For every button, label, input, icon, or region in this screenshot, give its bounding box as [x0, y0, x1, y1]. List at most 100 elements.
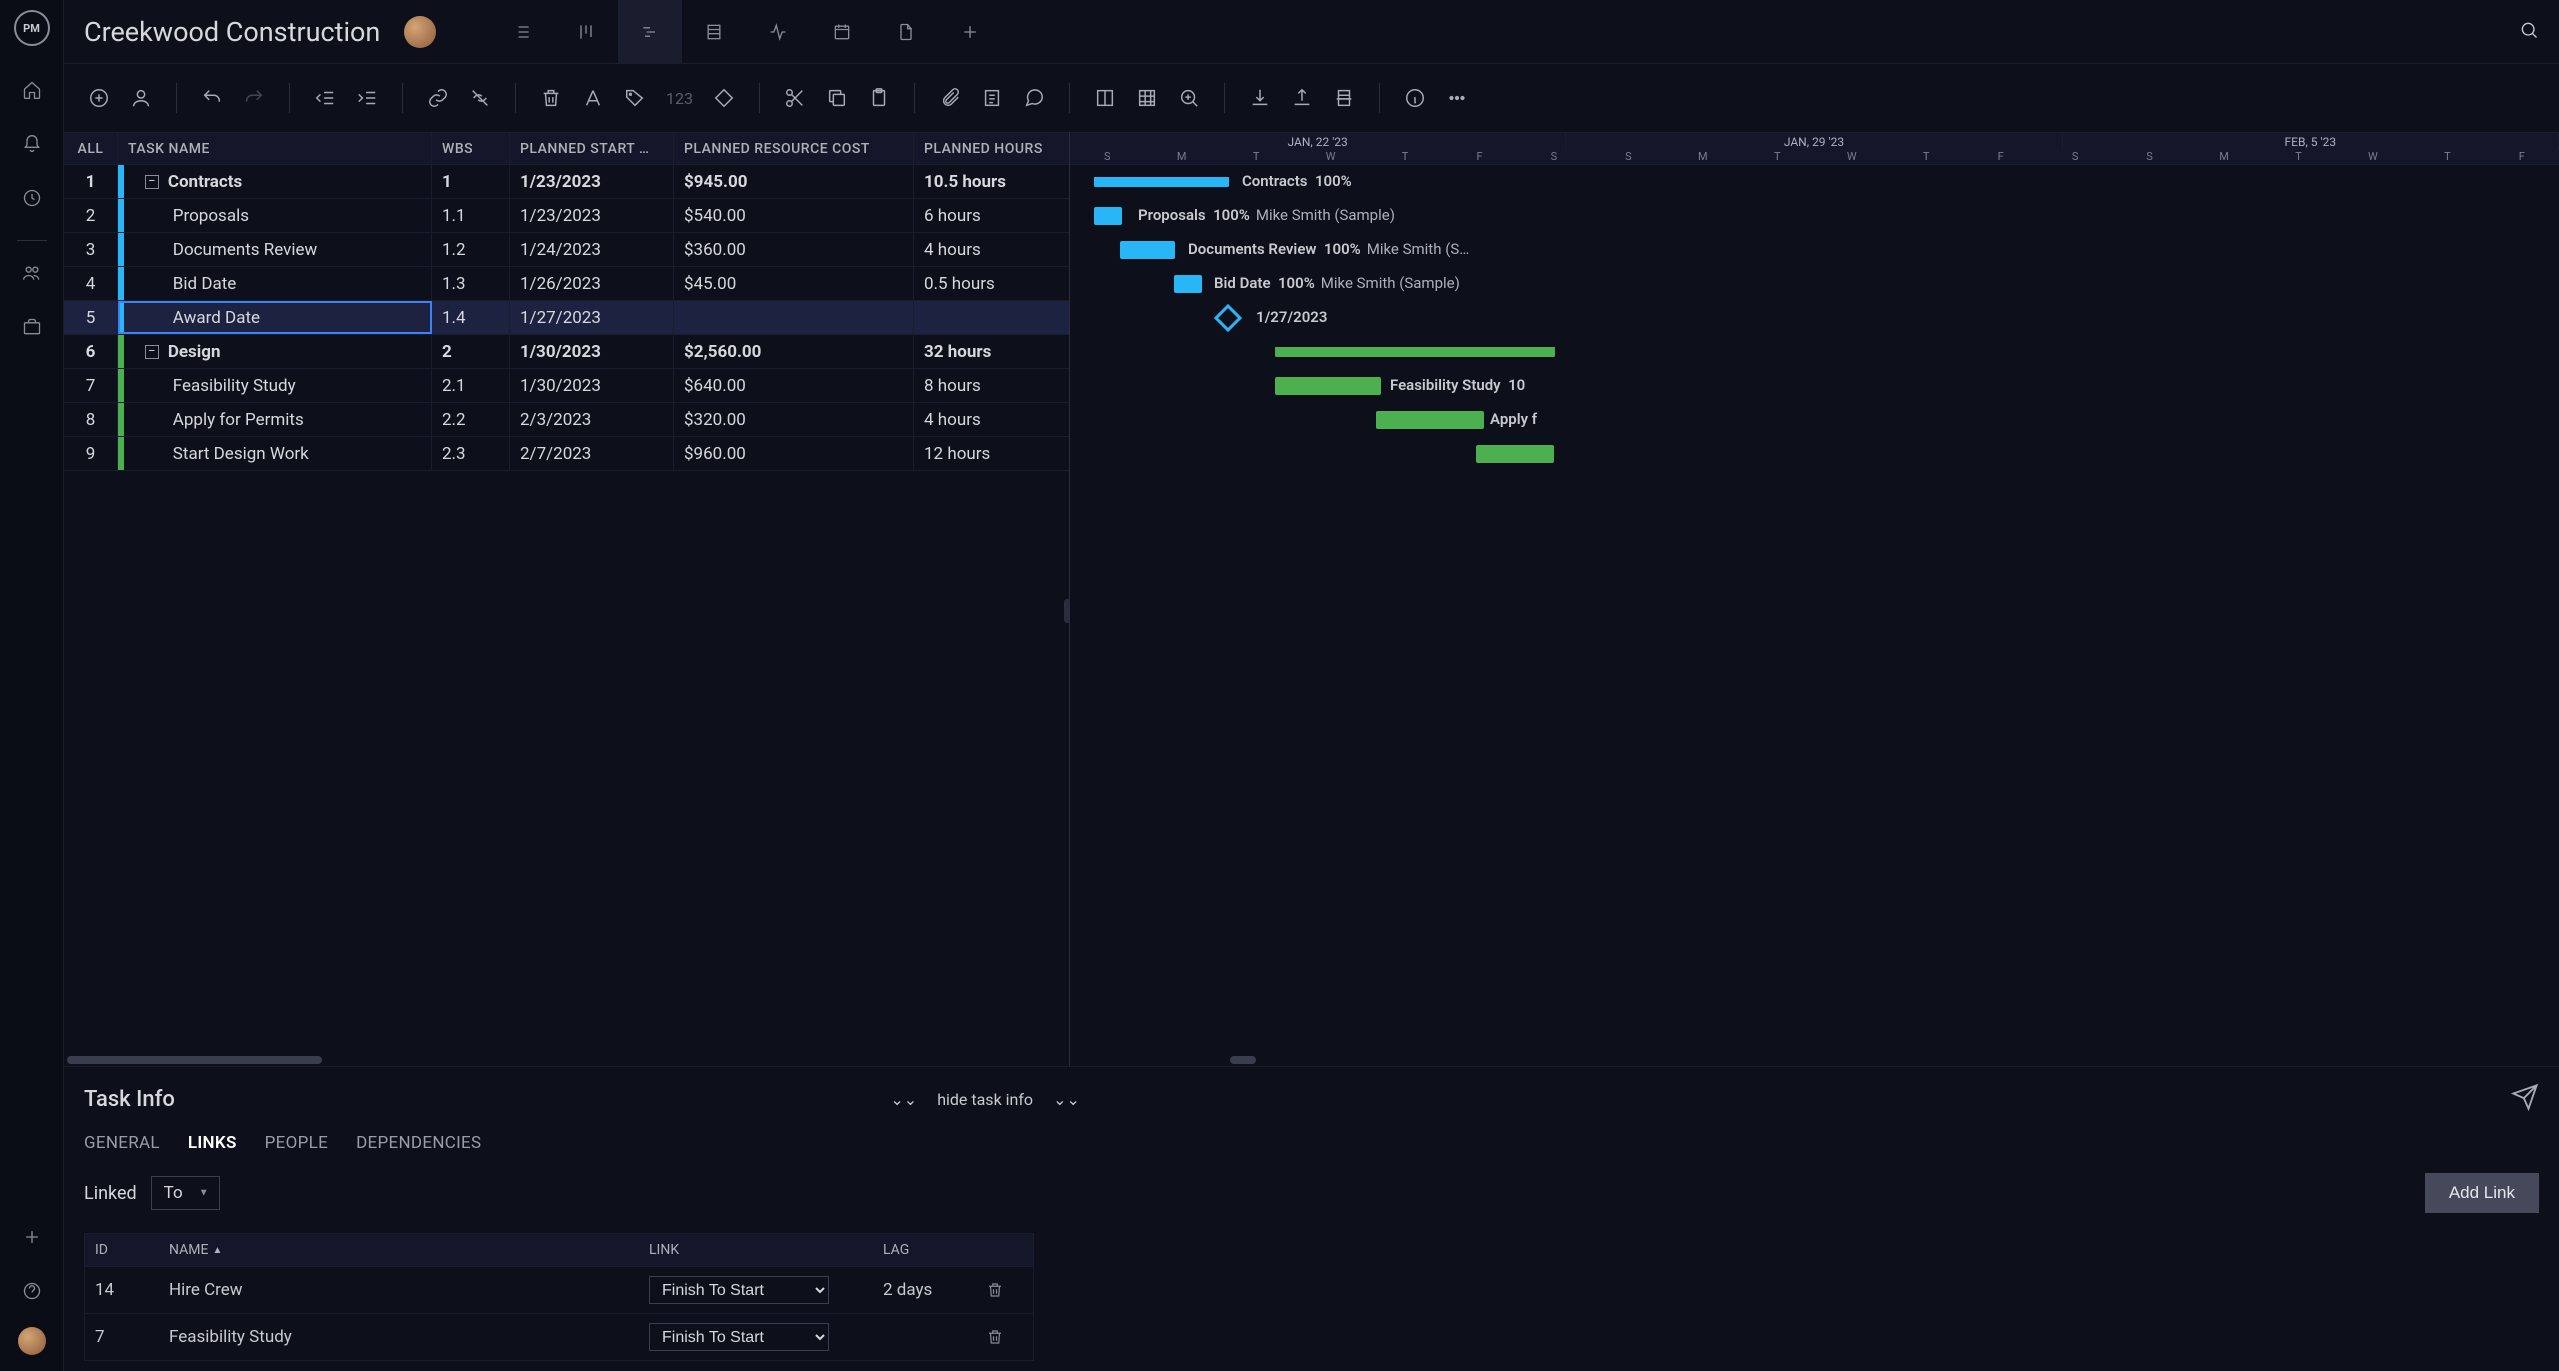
hours-cell[interactable]: 8 hours [914, 369, 1067, 402]
gantt-bar[interactable] [1275, 377, 1381, 395]
gantt-bar[interactable] [1094, 207, 1122, 225]
task-name-cell[interactable]: −Design [118, 335, 432, 368]
people-icon[interactable] [14, 255, 50, 291]
start-date-cell[interactable]: 1/23/2023 [510, 199, 674, 232]
start-date-cell[interactable]: 2/3/2023 [510, 403, 674, 436]
search-icon[interactable] [2519, 20, 2539, 44]
task-name-cell[interactable]: Award Date [118, 301, 432, 334]
hours-cell[interactable]: 4 hours [914, 233, 1067, 266]
milestone-icon[interactable] [709, 83, 739, 113]
tab-dependencies[interactable]: DEPENDENCIES [356, 1133, 481, 1153]
col-header-name[interactable]: TASK NAME [118, 133, 432, 164]
wbs-cell[interactable]: 1.1 [432, 199, 510, 232]
cost-cell[interactable] [674, 301, 914, 334]
unlink-icon[interactable] [465, 83, 495, 113]
links-col-name[interactable]: NAME▲ [159, 1242, 639, 1258]
hours-cell[interactable]: 4 hours [914, 403, 1067, 436]
hide-task-info[interactable]: ⌄⌄ hide task info ⌄⌄ [890, 1090, 1080, 1109]
sheet-view-icon[interactable] [682, 0, 746, 64]
link-lag[interactable]: 2 days [873, 1267, 969, 1313]
start-date-cell[interactable]: 2/7/2023 [510, 437, 674, 470]
hours-cell[interactable]: 12 hours [914, 437, 1067, 470]
note-icon[interactable] [977, 83, 1007, 113]
cost-cell[interactable]: $2,560.00 [674, 335, 914, 368]
import-icon[interactable] [1245, 83, 1275, 113]
undo-icon[interactable] [197, 83, 227, 113]
cost-cell[interactable]: $960.00 [674, 437, 914, 470]
task-name-cell[interactable]: Documents Review [118, 233, 432, 266]
wbs-cell[interactable]: 1.4 [432, 301, 510, 334]
collapse-toggle[interactable]: − [145, 345, 159, 359]
task-name-cell[interactable]: Feasibility Study [118, 369, 432, 402]
project-avatar[interactable] [404, 16, 436, 48]
links-col-link[interactable]: LINK [639, 1242, 873, 1258]
wbs-cell[interactable]: 2.2 [432, 403, 510, 436]
attach-icon[interactable] [935, 83, 965, 113]
grid-row[interactable]: 3Documents Review1.21/24/2023$360.004 ho… [64, 233, 1069, 267]
links-col-id[interactable]: ID [85, 1242, 159, 1258]
linked-direction-select[interactable]: To ▼ [151, 1176, 220, 1210]
cost-cell[interactable]: $320.00 [674, 403, 914, 436]
wbs-cell[interactable]: 1.3 [432, 267, 510, 300]
cost-cell[interactable]: $360.00 [674, 233, 914, 266]
links-col-lag[interactable]: LAG [873, 1242, 969, 1258]
clock-icon[interactable] [14, 180, 50, 216]
gantt-view-icon[interactable] [618, 0, 682, 64]
task-name-cell[interactable]: Start Design Work [118, 437, 432, 470]
hours-cell[interactable]: 32 hours [914, 335, 1067, 368]
grid-row[interactable]: 6−Design21/30/2023$2,560.0032 hours [64, 335, 1069, 369]
wbs-cell[interactable]: 2.1 [432, 369, 510, 402]
text-style-icon[interactable] [578, 83, 608, 113]
gantt-bar[interactable] [1275, 347, 1555, 357]
grid-row[interactable]: 4Bid Date1.31/26/2023$45.000.5 hours [64, 267, 1069, 301]
hours-cell[interactable] [914, 301, 1067, 334]
col-header-hours[interactable]: PLANNED HOURS [914, 133, 1067, 164]
start-date-cell[interactable]: 1/24/2023 [510, 233, 674, 266]
home-icon[interactable] [14, 72, 50, 108]
print-icon[interactable] [1329, 83, 1359, 113]
wbs-cell[interactable]: 2 [432, 335, 510, 368]
link-icon[interactable] [423, 83, 453, 113]
file-view-icon[interactable] [874, 0, 938, 64]
cut-icon[interactable] [780, 83, 810, 113]
bell-icon[interactable] [14, 126, 50, 162]
export-icon[interactable] [1287, 83, 1317, 113]
col-header-cost[interactable]: PLANNED RESOURCE COST [674, 133, 914, 164]
gantt-bar[interactable] [1476, 445, 1554, 463]
assign-icon[interactable] [126, 83, 156, 113]
start-date-cell[interactable]: 1/26/2023 [510, 267, 674, 300]
hours-cell[interactable]: 6 hours [914, 199, 1067, 232]
grid-row[interactable]: 8Apply for Permits2.22/3/2023$320.004 ho… [64, 403, 1069, 437]
link-type-select[interactable]: Finish To StartStart To StartFinish To F… [649, 1276, 829, 1304]
calendar-view-icon[interactable] [810, 0, 874, 64]
add-link-button[interactable]: Add Link [2425, 1173, 2539, 1213]
hours-cell[interactable]: 0.5 hours [914, 267, 1067, 300]
grid-h-scrollbar[interactable] [64, 1054, 1069, 1066]
grid-row[interactable]: 5Award Date1.41/27/2023 [64, 301, 1069, 335]
delete-link-button[interactable] [969, 1314, 1021, 1360]
copy-icon[interactable] [822, 83, 852, 113]
briefcase-icon[interactable] [14, 309, 50, 345]
board-view-icon[interactable] [554, 0, 618, 64]
user-avatar[interactable] [18, 1327, 46, 1355]
comment-icon[interactable] [1019, 83, 1049, 113]
grid-row[interactable]: 1−Contracts11/23/2023$945.0010.5 hours [64, 165, 1069, 199]
start-date-cell[interactable]: 1/30/2023 [510, 335, 674, 368]
zoom-icon[interactable] [1174, 83, 1204, 113]
tab-people[interactable]: PEOPLE [265, 1133, 328, 1153]
start-date-cell[interactable]: 1/23/2023 [510, 165, 674, 198]
tag-icon[interactable] [620, 83, 650, 113]
more-icon[interactable] [1442, 83, 1472, 113]
start-date-cell[interactable]: 1/30/2023 [510, 369, 674, 402]
collapse-toggle[interactable]: − [145, 175, 159, 189]
grid-row[interactable]: 9Start Design Work2.32/7/2023$960.0012 h… [64, 437, 1069, 471]
hours-cell[interactable]: 10.5 hours [914, 165, 1067, 198]
wbs-cell[interactable]: 2.3 [432, 437, 510, 470]
indent-icon[interactable] [352, 83, 382, 113]
send-icon[interactable] [2511, 1083, 2539, 1115]
add-view-icon[interactable] [938, 0, 1002, 64]
task-name-cell[interactable]: −Contracts [118, 165, 432, 198]
gantt-bar[interactable] [1174, 275, 1202, 293]
gantt-h-scrollbar[interactable] [1070, 1054, 2559, 1066]
wbs-cell[interactable]: 1 [432, 165, 510, 198]
